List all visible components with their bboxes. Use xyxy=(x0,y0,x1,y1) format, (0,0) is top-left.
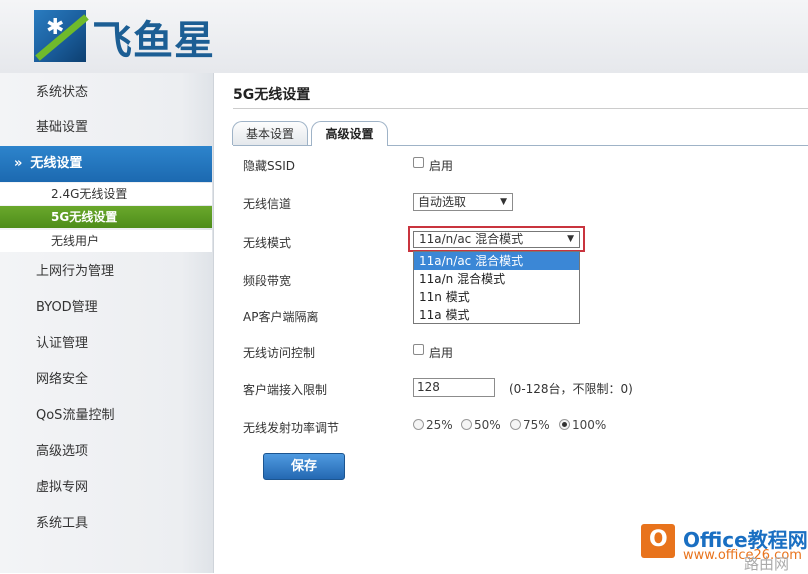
watermark-corner-text: 路由网 xyxy=(744,555,790,573)
mode-select[interactable]: 11a/n/ac 混合模式 ▼ xyxy=(413,231,580,248)
client-limit-input[interactable]: 128 xyxy=(413,378,495,397)
access-control-label: 无线访问控制 xyxy=(243,346,316,360)
tx-power-option-label: 50% xyxy=(474,418,501,432)
channel-select-value: 自动选取 xyxy=(418,195,467,209)
sidebar-item-basic-settings[interactable]: 基础设置 xyxy=(0,110,212,146)
tx-power-radio-25[interactable] xyxy=(413,419,424,430)
mode-option[interactable]: 11a/n 混合模式 xyxy=(414,270,579,288)
access-control-enable-label: 启用 xyxy=(429,346,454,360)
sidebar-item-advanced[interactable]: 高级选项 xyxy=(0,434,212,470)
hide-ssid-enable-label: 启用 xyxy=(429,159,454,173)
sidebar-subitem-2g-wireless[interactable]: 2.4G无线设置 xyxy=(0,183,212,205)
title-divider xyxy=(233,108,808,109)
tx-power-label: 无线发射功率调节 xyxy=(243,421,340,435)
client-limit-label: 客户端接入限制 xyxy=(243,383,328,397)
sidebar-item-qos[interactable]: QoS流量控制 xyxy=(0,398,212,434)
chevron-down-icon: » xyxy=(14,156,23,171)
sidebar-subitem-wireless-users[interactable]: 无线用户 xyxy=(0,230,212,252)
dropdown-arrow-icon: ▼ xyxy=(500,197,507,207)
tx-power-option-label: 100% xyxy=(572,418,607,432)
mode-dropdown-list: 11a/n/ac 混合模式 11a/n 混合模式 11n 模式 11a 模式 xyxy=(413,251,580,324)
tx-power-radio-50[interactable] xyxy=(461,419,472,430)
sidebar-item-wireless-settings[interactable]: » 无线设置 xyxy=(0,146,212,182)
page-title: 5G无线设置 xyxy=(233,87,311,103)
hide-ssid-label: 隐藏SSID xyxy=(243,159,296,173)
mode-option[interactable]: 11n 模式 xyxy=(414,288,579,306)
tx-power-radio-75[interactable] xyxy=(510,419,521,430)
mode-option[interactable]: 11a/n/ac 混合模式 xyxy=(414,252,579,270)
tx-power-radio-100[interactable] xyxy=(559,419,570,430)
channel-select[interactable]: 自动选取 ▼ xyxy=(413,193,513,211)
mode-label: 无线模式 xyxy=(243,236,292,250)
header: ✱ 飞鱼星 xyxy=(0,0,808,73)
sidebar-item-behavior-management[interactable]: 上网行为管理 xyxy=(0,254,212,290)
sidebar-item-auth[interactable]: 认证管理 xyxy=(0,326,212,362)
client-limit-hint: (0-128台，不限制：0) xyxy=(509,382,633,396)
sidebar-item-system-tools[interactable]: 系统工具 xyxy=(0,506,212,542)
sidebar-item-system-status[interactable]: 系统状态 xyxy=(0,75,212,111)
hide-ssid-checkbox[interactable] xyxy=(413,157,424,168)
sidebar-item-network-security[interactable]: 网络安全 xyxy=(0,362,212,398)
office-logo-letter: O xyxy=(649,527,668,552)
tab-advanced-settings[interactable]: 高级设置 xyxy=(311,121,388,146)
sidebar-subitem-5g-wireless[interactable]: 5G无线设置 xyxy=(0,206,212,228)
office-logo-icon: O xyxy=(641,524,675,558)
save-button[interactable]: 保存 xyxy=(263,453,345,480)
dropdown-arrow-icon: ▼ xyxy=(567,234,574,244)
channel-label: 无线信道 xyxy=(243,197,292,211)
bandwidth-label: 频段带宽 xyxy=(243,274,292,288)
access-control-checkbox[interactable] xyxy=(413,344,424,355)
sidebar-item-vpn[interactable]: 虚拟专网 xyxy=(0,470,212,506)
sidebar-item-label: 无线设置 xyxy=(30,156,83,171)
ap-isolation-label: AP客户端隔离 xyxy=(243,310,319,324)
tx-power-option-label: 75% xyxy=(523,418,550,432)
logo-text: 飞鱼星 xyxy=(92,18,215,64)
mode-option[interactable]: 11a 模式 xyxy=(414,306,579,324)
sidebar-item-byod[interactable]: BYOD管理 xyxy=(0,290,212,326)
logo-icon: ✱ xyxy=(34,10,89,62)
mode-select-value: 11a/n/ac 混合模式 xyxy=(419,232,524,246)
sidebar: 系统状态 基础设置 » 无线设置 2.4G无线设置 5G无线设置 无线用户 上网行… xyxy=(0,73,214,573)
tx-power-option-label: 25% xyxy=(426,418,453,432)
tab-basic-settings[interactable]: 基本设置 xyxy=(232,121,308,145)
